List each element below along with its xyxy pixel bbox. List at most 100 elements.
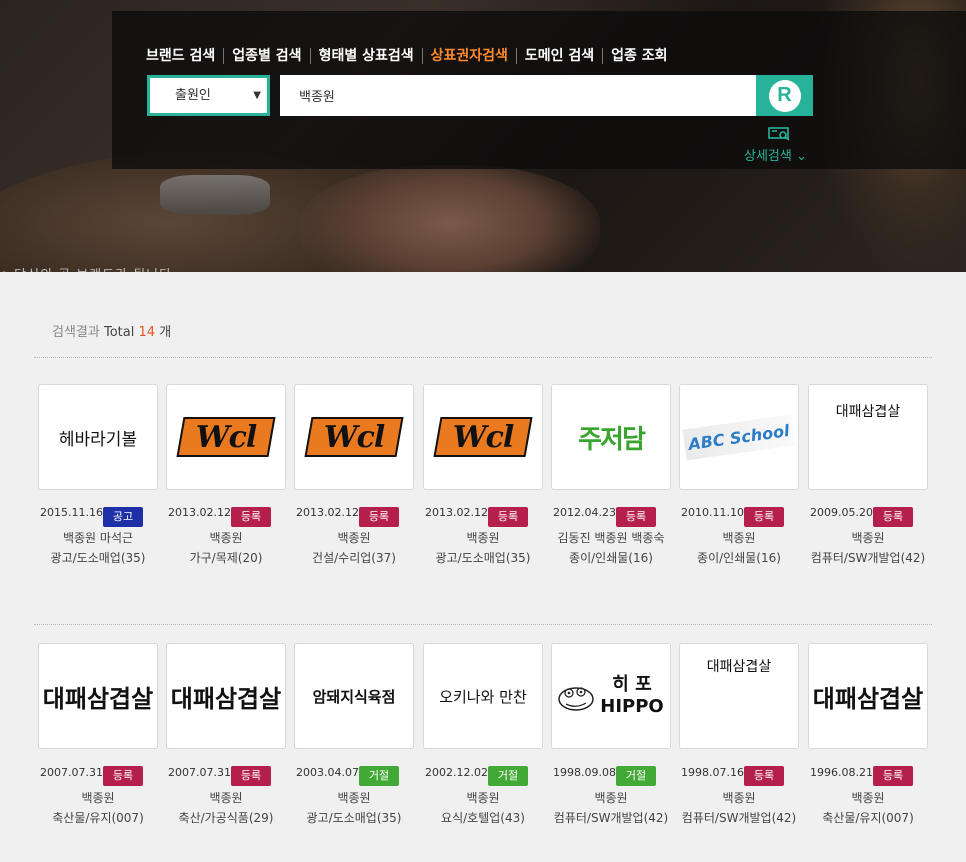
card-date: 2015.11.16 — [40, 506, 103, 519]
status-badge: 등록 — [103, 766, 143, 786]
search-button[interactable]: R — [756, 75, 813, 116]
card-owner: 김동진 백종원 백종숙 — [557, 531, 665, 545]
card-category: 컴퓨터/SW개발업(42) — [681, 811, 797, 825]
card-owner: 백종원 — [594, 791, 628, 805]
card-owner: 백종원 — [209, 531, 243, 545]
trademark-image[interactable]: Wcl — [294, 384, 414, 490]
card-date: 1996.08.21 — [810, 766, 873, 779]
wcl-logo: Wcl — [304, 417, 404, 457]
trademark-image[interactable]: 대패삼겹살 — [38, 643, 158, 749]
nav-industry-lookup[interactable]: 업종 조회 — [602, 48, 675, 64]
trademark-image[interactable]: 암돼지식육점 — [294, 643, 414, 749]
trademark-logo-text: 암돼지식육점 — [312, 687, 396, 706]
card-date: 1998.09.08 — [553, 766, 616, 779]
trademark-logo-text: 히 포 HIPPO — [600, 674, 664, 717]
advanced-search-link[interactable]: 상세검색 ⌄ — [744, 145, 807, 164]
divider — [34, 357, 932, 358]
nav-shape-search[interactable]: 형태별 상표검색 — [309, 48, 422, 64]
trademark-image[interactable]: Wcl — [166, 384, 286, 490]
caret-down-icon: ▼ — [253, 90, 261, 101]
card-category: 광고/도소매업(35) — [306, 811, 402, 825]
search-r-icon: R — [768, 79, 801, 112]
trademark-logo-text: 대패삼겹살 — [170, 683, 282, 713]
card-owner: 백종원 — [337, 791, 371, 805]
nav-industry-search[interactable]: 업종별 검색 — [223, 48, 309, 64]
card-owner: 백종원 — [722, 531, 756, 545]
card-date: 2007.07.31 — [40, 766, 103, 779]
card-date: 2013.02.12 — [168, 506, 231, 519]
search-type-select[interactable]: 출원인 ▼ — [147, 75, 270, 116]
nav-brand-search[interactable]: 브랜드 검색 — [146, 48, 223, 64]
card-owner: 백종원 — [337, 531, 371, 545]
card-date: 2013.02.12 — [296, 506, 359, 519]
result-count: 14 — [138, 325, 156, 340]
status-badge: 등록 — [744, 507, 784, 527]
card-date: 2002.12.02 — [425, 766, 488, 779]
nav-owner-search[interactable]: 상표권자검색 — [421, 48, 516, 64]
status-badge: 등록 — [488, 507, 528, 527]
trademark-image[interactable]: 대패삼겹살 — [808, 384, 928, 490]
trademark-image[interactable]: 주저담 — [551, 384, 671, 490]
card-owner: 백종원 — [722, 791, 756, 805]
trademark-logo-text: 대패삼겹살 — [812, 683, 924, 713]
trademark-image[interactable]: 헤바라기볼 — [38, 384, 158, 490]
chevron-down-icon: ⌄ — [795, 149, 807, 164]
trademark-logo-text: 대패삼겹살 — [706, 659, 772, 675]
status-badge: 공고 — [103, 507, 143, 527]
card-category: 광고/도소매업(35) — [50, 551, 146, 565]
trademark-logo-text: 헤바라기볼 — [58, 429, 138, 450]
card-owner: 백종원 — [209, 791, 243, 805]
hero-hand-shape — [300, 165, 600, 272]
advanced-search-label: 상세검색 — [744, 149, 792, 164]
card-category: 컴퓨터/SW개발업(42) — [553, 811, 669, 825]
trademark-image[interactable]: Wcl — [423, 384, 543, 490]
card-date: 2010.11.10 — [681, 506, 744, 519]
wcl-logo: Wcl — [433, 417, 533, 457]
nav-domain-search[interactable]: 도메인 검색 — [515, 48, 602, 64]
divider — [34, 624, 932, 625]
card-category: 요식/호텔업(43) — [441, 811, 525, 825]
card-category: 건설/수리업(37) — [312, 551, 396, 565]
hero-ticker-text: e 당신의 곧 브랜드가 됩니다 — [0, 264, 172, 272]
status-badge: 등록 — [616, 507, 656, 527]
status-badge: 등록 — [744, 766, 784, 786]
card-date: 2013.02.12 — [425, 506, 488, 519]
trademark-image[interactable]: 히 포 HIPPO — [551, 643, 671, 749]
card-date: 2012.04.23 — [553, 506, 616, 519]
status-badge: 등록 — [359, 507, 399, 527]
card-owner: 백종원 — [851, 531, 885, 545]
status-badge: 등록 — [231, 507, 271, 527]
hippo-drawing-icon — [558, 687, 594, 711]
hero-watch-shape — [160, 175, 270, 215]
card-category: 컴퓨터/SW개발업(42) — [810, 551, 926, 565]
card-owner: 백종원 — [466, 791, 500, 805]
result-total-label: Total — [103, 325, 135, 340]
card-category: 가구/목제(20) — [189, 551, 263, 565]
card-date: 2003.04.07 — [296, 766, 359, 779]
status-badge: 등록 — [231, 766, 271, 786]
trademark-image[interactable]: 대패삼겹살 — [679, 643, 799, 749]
card-owner: 백종원 — [81, 791, 115, 805]
wcl-logo: Wcl — [176, 417, 276, 457]
advanced-search-icon — [768, 127, 790, 141]
card-category: 종이/인쇄물(16) — [569, 551, 653, 565]
trademark-image[interactable]: 대패삼겹살 — [166, 643, 286, 749]
trademark-logo-text: 대패삼겹살 — [835, 404, 901, 420]
card-category: 축산물/유지(007) — [822, 811, 914, 825]
status-badge: 등록 — [873, 507, 913, 527]
card-date: 2009.05.20 — [810, 506, 873, 519]
result-summary: 검색결과 Total 14 개 — [52, 321, 171, 340]
status-badge: 거절 — [616, 766, 656, 786]
trademark-image[interactable]: ABC School — [679, 384, 799, 490]
trademark-image[interactable]: 대패삼겹살 — [808, 643, 928, 749]
card-category: 축산물/유지(007) — [52, 811, 144, 825]
card-category: 종이/인쇄물(16) — [697, 551, 781, 565]
trademark-image[interactable]: 오키나와 만찬 — [423, 643, 543, 749]
card-category: 광고/도소매업(35) — [435, 551, 531, 565]
trademark-logo-text: 오키나와 만찬 — [439, 687, 527, 706]
card-date: 1998.07.16 — [681, 766, 744, 779]
result-label: 검색결과 — [52, 325, 100, 340]
card-owner: 백종원 — [466, 531, 500, 545]
search-input[interactable] — [280, 75, 756, 116]
card-owner: 백종원 — [851, 791, 885, 805]
